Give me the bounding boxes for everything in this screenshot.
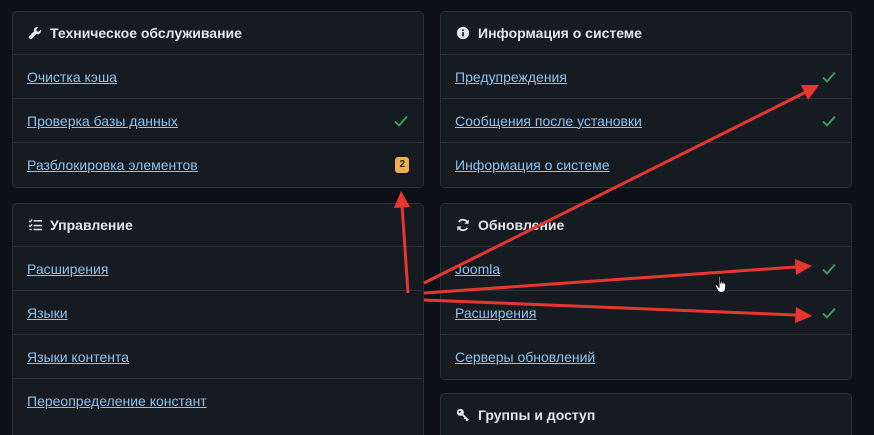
sysinfo-header: Информация о системе (441, 12, 851, 55)
list-item: Языки (13, 291, 423, 335)
check-icon (821, 261, 837, 277)
content-languages-link[interactable]: Языки контента (27, 349, 129, 365)
check-icon (821, 113, 837, 129)
list-item: Серверы обновлений (441, 335, 851, 379)
list-item: Joomla (441, 247, 851, 291)
manage-header: Управление (13, 204, 423, 247)
list-item: Расширения (441, 291, 851, 335)
list-item: Информация о системе (441, 143, 851, 187)
key-icon (455, 407, 471, 423)
system-info-link[interactable]: Информация о системе (455, 157, 610, 173)
maintenance-title: Техническое обслуживание (50, 25, 242, 41)
list-item: Переопределение констант (13, 379, 423, 423)
info-circle-icon (455, 25, 471, 41)
list-item: Разблокировка элементов 2 (13, 143, 423, 187)
clear-cache-link[interactable]: Очистка кэша (27, 69, 117, 85)
warnings-link[interactable]: Предупреждения (455, 69, 567, 85)
list-item: Языки контента (13, 335, 423, 379)
sysinfo-card: Информация о системе Предупреждения Сооб… (440, 11, 852, 188)
joomla-update-link[interactable]: Joomla (455, 261, 500, 277)
update-title: Обновление (478, 217, 565, 233)
sysinfo-title: Информация о системе (478, 25, 642, 41)
list-item: Проверка базы данных (13, 99, 423, 143)
check-icon (393, 113, 409, 129)
list-item: Очистка кэша (13, 55, 423, 99)
groups-card: Группы и доступ (440, 393, 852, 435)
post-install-messages-link[interactable]: Сообщения после установки (455, 113, 642, 129)
groups-title: Группы и доступ (478, 407, 596, 423)
list-check-icon (27, 217, 43, 233)
unlock-items-link[interactable]: Разблокировка элементов (27, 157, 198, 173)
update-sites-link[interactable]: Серверы обновлений (455, 349, 595, 365)
maintenance-header: Техническое обслуживание (13, 12, 423, 55)
languages-link[interactable]: Языки (27, 305, 68, 321)
manage-card: Управление Расширения Языки Языки контен… (12, 203, 424, 435)
database-check-link[interactable]: Проверка базы данных (27, 113, 178, 129)
groups-header: Группы и доступ (441, 394, 851, 435)
wrench-icon (27, 25, 43, 41)
manage-title: Управление (50, 217, 133, 233)
sync-icon (455, 217, 471, 233)
check-icon (821, 305, 837, 321)
hand-cursor-icon (714, 275, 727, 293)
list-item: Предупреждения (441, 55, 851, 99)
extensions-update-link[interactable]: Расширения (455, 305, 536, 321)
update-card: Обновление Joomla Расширения Серверы обн… (440, 203, 852, 380)
count-badge: 2 (395, 157, 409, 173)
check-icon (821, 69, 837, 85)
extensions-link[interactable]: Расширения (27, 261, 108, 277)
language-overrides-link[interactable]: Переопределение констант (27, 393, 207, 409)
list-item: Сообщения после установки (441, 99, 851, 143)
update-header: Обновление (441, 204, 851, 247)
list-item: Расширения (13, 247, 423, 291)
maintenance-card: Техническое обслуживание Очистка кэша Пр… (12, 11, 424, 188)
